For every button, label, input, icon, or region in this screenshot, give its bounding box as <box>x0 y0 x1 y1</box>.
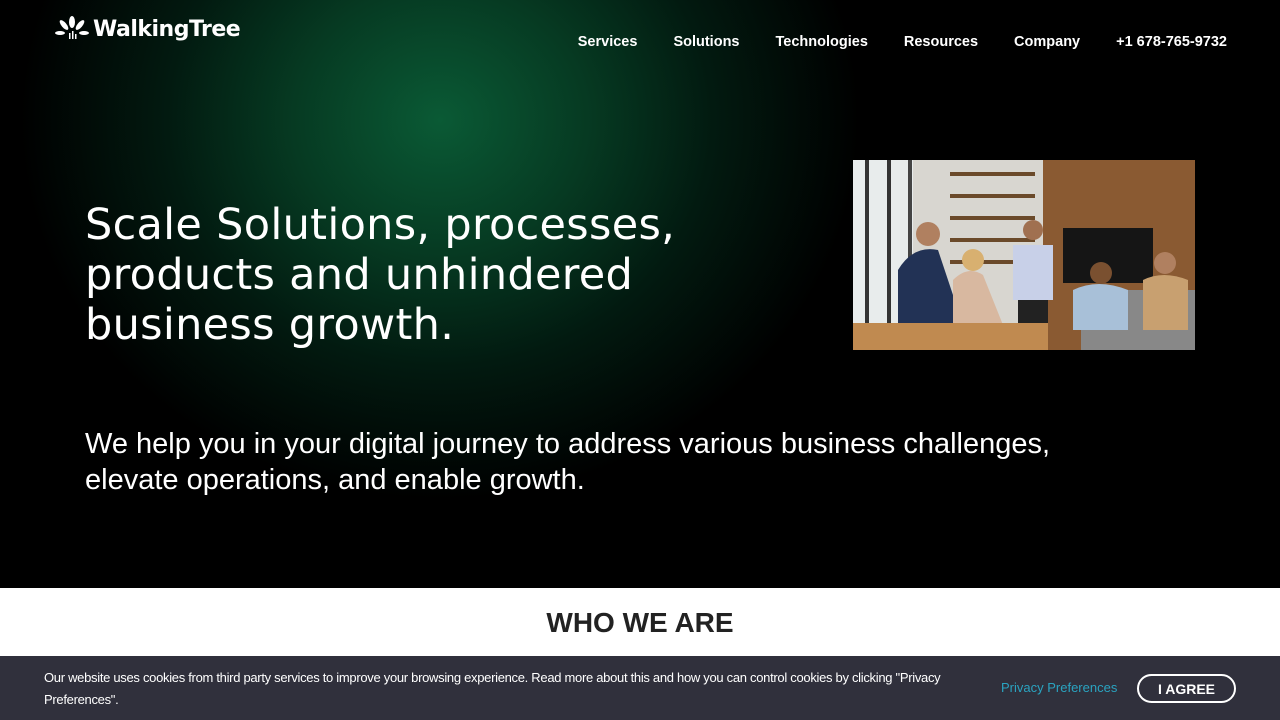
nav-phone[interactable]: +1 678-765-9732 <box>1116 34 1227 50</box>
nav-resources[interactable]: Resources <box>904 34 978 50</box>
hero-subheading: We help you in your digital journey to a… <box>85 428 1051 496</box>
cookie-banner: Our website uses cookies from third part… <box>0 656 1280 720</box>
nav-solutions[interactable]: Solutions <box>673 34 739 50</box>
hero-section: WalkingTree Services Solutions Technolog… <box>0 0 1280 588</box>
privacy-preferences-link[interactable]: Privacy Preferences <box>1001 680 1117 695</box>
agree-button[interactable]: I AGREE <box>1137 674 1236 703</box>
logo-text: WalkingTree <box>93 16 241 42</box>
nav-technologies[interactable]: Technologies <box>776 34 868 50</box>
nav-services[interactable]: Services <box>578 34 638 50</box>
team-meeting-photo <box>853 160 1195 350</box>
logo[interactable]: WalkingTree <box>55 16 241 42</box>
tree-logo-icon <box>55 16 89 39</box>
cookie-text: Our website uses cookies from third part… <box>44 670 941 707</box>
hero-headline: Scale Solutions, processes, products and… <box>85 200 676 350</box>
section-title: WHO WE ARE <box>546 607 734 638</box>
nav-company[interactable]: Company <box>1014 34 1080 50</box>
main-nav: Services Solutions Technologies Resource… <box>578 34 1227 50</box>
